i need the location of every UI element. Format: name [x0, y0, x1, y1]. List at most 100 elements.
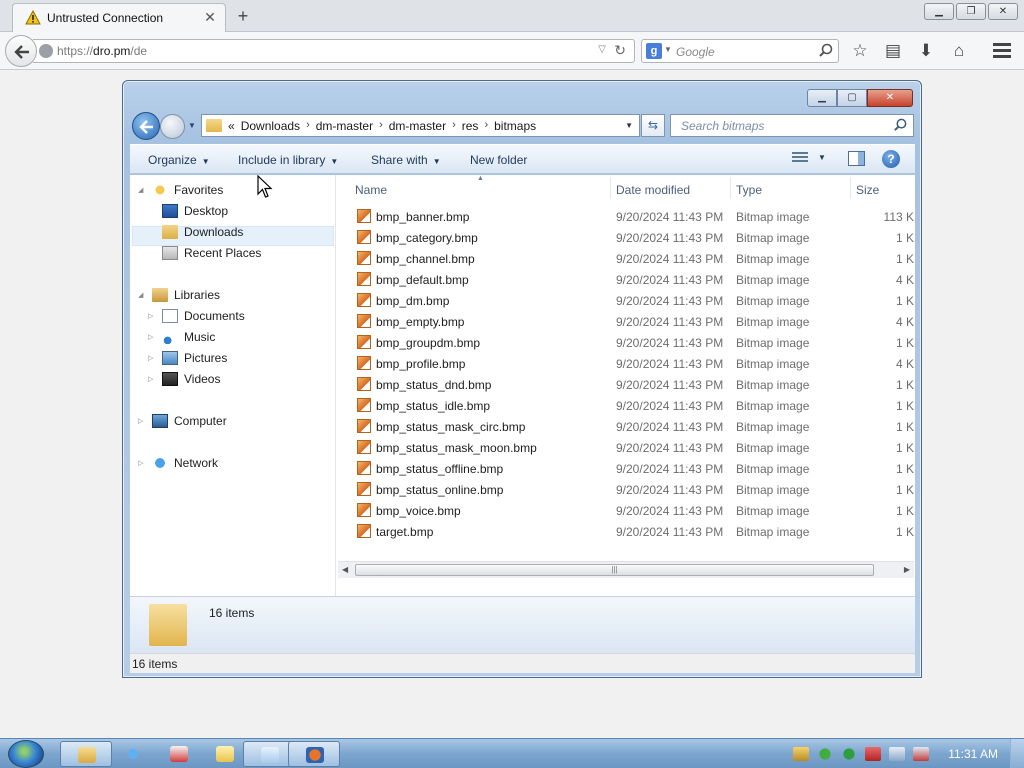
- new-tab-button[interactable]: +: [232, 5, 254, 27]
- chevron-right-icon[interactable]: ›: [379, 119, 383, 133]
- tray-alert-icon[interactable]: [865, 747, 881, 761]
- column-name[interactable]: Name: [355, 175, 610, 201]
- nav-desktop[interactable]: Desktop: [148, 201, 228, 221]
- search-bar[interactable]: g ▼ Google: [641, 39, 839, 63]
- view-options-dropdown-icon[interactable]: ▼: [818, 153, 826, 162]
- tray-app-icon[interactable]: [793, 747, 809, 761]
- engine-dropdown-icon[interactable]: ▼: [664, 45, 672, 54]
- new-folder-button[interactable]: New folder: [470, 153, 527, 167]
- google-icon[interactable]: g: [646, 43, 662, 59]
- volume-muted-icon[interactable]: [913, 747, 929, 761]
- file-row[interactable]: bmp_status_mask_circ.bmp 9/20/2024 11:43 …: [337, 416, 915, 437]
- start-button[interactable]: [8, 740, 44, 768]
- bookmark-star-icon[interactable]: ☆: [848, 40, 872, 62]
- search-icon[interactable]: [818, 43, 834, 59]
- url-bar[interactable]: https://dro.pm/de ▽ ↻: [33, 39, 635, 63]
- menu-icon[interactable]: [990, 40, 1014, 62]
- file-row[interactable]: target.bmp 9/20/2024 11:43 PM Bitmap image…: [337, 521, 915, 542]
- column-date-modified[interactable]: Date modified: [616, 175, 731, 201]
- downloads-icon[interactable]: ⬇: [914, 40, 938, 62]
- taskbar-ie-button[interactable]: [107, 741, 159, 767]
- explorer-forward-button[interactable]: [160, 114, 185, 139]
- nav-computer[interactable]: ▷ Computer: [138, 411, 227, 431]
- nav-music[interactable]: ▷ Music: [148, 327, 215, 347]
- file-row[interactable]: bmp_channel.bmp 9/20/2024 11:43 PM Bitmap …: [337, 248, 915, 269]
- explorer-back-button[interactable]: [132, 112, 160, 140]
- network-status-icon[interactable]: [889, 747, 905, 761]
- home-icon[interactable]: ⌂: [947, 40, 971, 62]
- security-icon[interactable]: [817, 747, 833, 761]
- column-divider[interactable]: [850, 177, 851, 199]
- nav-downloads[interactable]: Downloads: [148, 222, 243, 242]
- breadcrumb-dm-master-2[interactable]: dm-master: [389, 119, 446, 133]
- refresh-button[interactable]: ⇆: [641, 114, 665, 137]
- explorer-search-input[interactable]: Search bitmaps: [670, 114, 914, 137]
- horizontal-scrollbar[interactable]: ◀ ||| ▶: [338, 561, 914, 578]
- file-row[interactable]: bmp_dm.bmp 9/20/2024 11:43 PM Bitmap image…: [337, 290, 915, 311]
- explorer-maximize-button[interactable]: ▢: [837, 89, 867, 107]
- file-row[interactable]: bmp_banner.bmp 9/20/2024 11:43 PM Bitmap i…: [337, 206, 915, 227]
- file-row[interactable]: bmp_status_online.bmp 9/20/2024 11:43 PM B…: [337, 479, 915, 500]
- share-with-button[interactable]: Share with ▼: [371, 153, 441, 167]
- chevron-right-icon[interactable]: ›: [484, 119, 488, 133]
- chevron-right-icon[interactable]: ›: [306, 119, 310, 133]
- scroll-right-icon[interactable]: ▶: [904, 565, 910, 574]
- nav-videos[interactable]: ▷ Videos: [148, 369, 220, 389]
- taskbar-firefox-button[interactable]: [288, 741, 340, 767]
- column-divider[interactable]: [730, 177, 731, 199]
- taskbar-app-button[interactable]: [153, 741, 205, 767]
- include-in-library-button[interactable]: Include in library ▼: [238, 153, 338, 167]
- scroll-left-icon[interactable]: ◀: [342, 565, 348, 574]
- breadcrumb-bitmaps[interactable]: bitmaps: [494, 119, 536, 133]
- breadcrumb-res[interactable]: res: [462, 119, 479, 133]
- file-row[interactable]: bmp_default.bmp 9/20/2024 11:43 PM Bitmap …: [337, 269, 915, 290]
- file-row[interactable]: bmp_groupdm.bmp 9/20/2024 11:43 PM Bitmap …: [337, 332, 915, 353]
- scrollbar-thumb[interactable]: |||: [355, 564, 874, 576]
- history-dropdown-icon[interactable]: ▽: [598, 44, 606, 55]
- change-view-icon[interactable]: [792, 152, 808, 166]
- nav-pictures[interactable]: ▷ Pictures: [148, 348, 227, 368]
- breadcrumb-overflow[interactable]: «: [228, 119, 235, 133]
- close-tab-icon[interactable]: ✕: [202, 9, 218, 25]
- nav-favorites[interactable]: ◢ Favorites: [138, 180, 223, 200]
- recent-pages-dropdown-icon[interactable]: ▼: [188, 121, 196, 130]
- taskbar-explorer-button[interactable]: [60, 741, 112, 767]
- file-row[interactable]: bmp_profile.bmp 9/20/2024 11:43 PM Bitmap …: [337, 353, 915, 374]
- column-divider[interactable]: [610, 177, 611, 199]
- restore-button[interactable]: ❐: [956, 3, 986, 20]
- bookmarks-list-icon[interactable]: ▤: [881, 40, 905, 62]
- browser-tab[interactable]: Untrusted Connection ✕: [12, 3, 226, 32]
- file-row[interactable]: bmp_status_idle.bmp 9/20/2024 11:43 PM Bit…: [337, 395, 915, 416]
- file-row[interactable]: bmp_empty.bmp 9/20/2024 11:43 PM Bitmap im…: [337, 311, 915, 332]
- file-row[interactable]: bmp_category.bmp 9/20/2024 11:43 PM Bitmap…: [337, 227, 915, 248]
- back-button[interactable]: [5, 35, 37, 67]
- address-dropdown-icon[interactable]: ▼: [625, 121, 633, 130]
- file-row[interactable]: bmp_status_mask_moon.bmp 9/20/2024 11:43 …: [337, 437, 915, 458]
- nav-network[interactable]: ▷ Network: [138, 453, 218, 473]
- nav-documents[interactable]: ▷ Documents: [148, 306, 245, 326]
- minimize-button[interactable]: ▁: [924, 3, 954, 20]
- nav-recent-places[interactable]: Recent Places: [148, 243, 261, 263]
- file-row[interactable]: bmp_status_dnd.bmp 9/20/2024 11:43 PM Bitm…: [337, 374, 915, 395]
- column-type[interactable]: Type: [736, 175, 851, 201]
- explorer-minimize-button[interactable]: ▁: [807, 89, 837, 107]
- chevron-right-icon[interactable]: ›: [452, 119, 456, 133]
- nav-libraries[interactable]: ◢ Libraries: [138, 285, 220, 305]
- breadcrumb-downloads[interactable]: Downloads: [241, 119, 300, 133]
- clock[interactable]: 11:31 AM: [948, 747, 998, 761]
- organize-button[interactable]: Organize ▼: [148, 153, 210, 167]
- preview-pane-icon[interactable]: [848, 151, 865, 166]
- explorer-close-button[interactable]: ✕: [867, 89, 913, 107]
- file-row[interactable]: bmp_status_offline.bmp 9/20/2024 11:43 PM…: [337, 458, 915, 479]
- url-text[interactable]: https://dro.pm/de: [57, 44, 147, 58]
- show-desktop-button[interactable]: [1010, 739, 1024, 768]
- search-icon[interactable]: [893, 118, 908, 133]
- address-bar[interactable]: « Downloads › dm-master › dm-master › res › …: [201, 114, 640, 137]
- close-window-button[interactable]: ✕: [988, 3, 1018, 20]
- column-size[interactable]: Size: [856, 175, 914, 201]
- reload-icon[interactable]: ↻: [614, 42, 626, 59]
- help-icon[interactable]: ?: [882, 150, 900, 168]
- play-icon[interactable]: [841, 747, 857, 761]
- breadcrumb-dm-master-1[interactable]: dm-master: [316, 119, 373, 133]
- file-row[interactable]: bmp_voice.bmp 9/20/2024 11:43 PM Bitmap im…: [337, 500, 915, 521]
